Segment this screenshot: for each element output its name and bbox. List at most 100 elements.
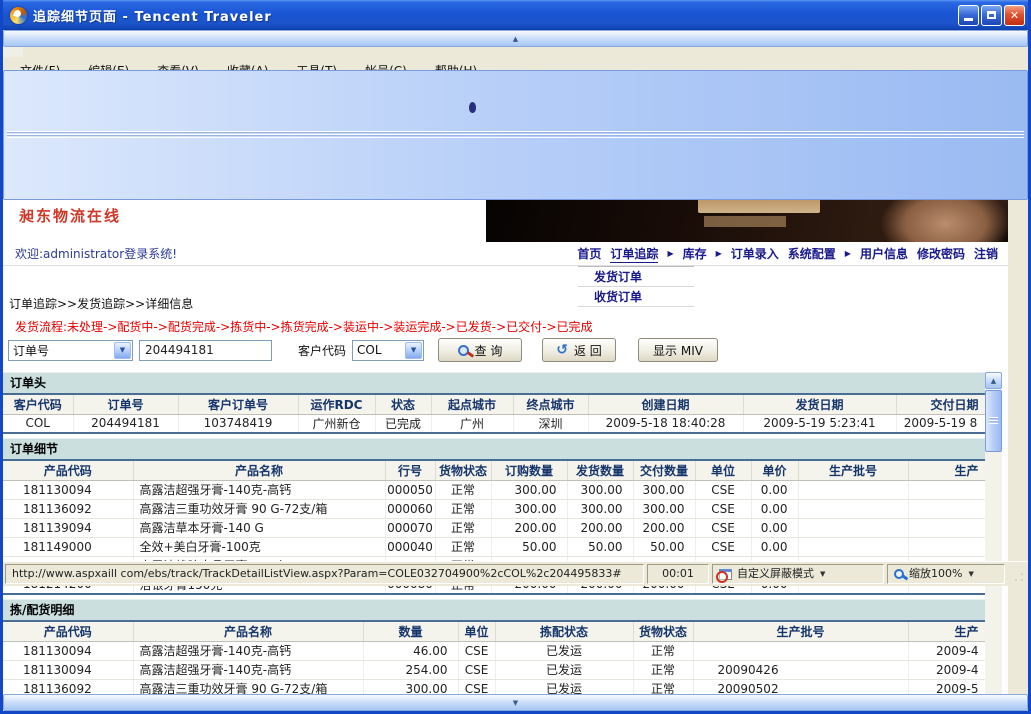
block-mode-label: 自定义屏蔽模式 — [737, 565, 814, 583]
column-header: 订单号 — [73, 394, 178, 414]
return-button[interactable]: ↺ 返 回 — [542, 338, 616, 362]
table-header-row: 客户代码订单号客户订单号运作RDC状态起点城市终点城市创建日期发货日期交付日期 — [3, 394, 985, 414]
table-cell: 181130094 — [3, 641, 133, 660]
top-nav: 首页订单追踪▶库存▶订单录入系统配置▶用户信息修改密码注销 — [577, 245, 998, 263]
scroll-down-button[interactable]: ▼ — [3, 694, 1028, 711]
column-header: 状态 — [375, 394, 431, 414]
nav-item[interactable]: 订单追踪 — [610, 245, 658, 263]
chevron-right-icon: ▶ — [845, 249, 851, 258]
close-button[interactable]: ✕ — [1004, 5, 1025, 26]
table-cell — [798, 518, 908, 537]
submenu-item-ship-order[interactable]: 发货订单 — [578, 267, 694, 287]
table-cell: 200.00 — [633, 518, 695, 537]
order-header-table: 客户代码订单号客户订单号运作RDC状态起点城市终点城市创建日期发货日期交付日期C… — [3, 393, 986, 434]
query-label: 查 询 — [475, 342, 503, 359]
table-row: 181130094高露洁超强牙膏-140克-高钙46.00CSE已发运正常200… — [3, 641, 985, 660]
table-cell: 0.00 — [751, 499, 798, 518]
table-cell: 000060 — [385, 499, 435, 518]
table-cell: 181136092 — [3, 499, 133, 518]
scroll-up-button[interactable]: ▲ — [985, 372, 1002, 389]
field-type-select[interactable]: 订单号 ▼ — [8, 340, 133, 361]
customer-code-label: 客户代码 — [298, 342, 346, 359]
show-miv-button[interactable]: 显示 MIV — [638, 338, 718, 362]
table-cell: 300.00 — [491, 480, 567, 499]
app-icon — [10, 7, 27, 24]
section-pick-detail: 拣/配货明细 — [3, 599, 985, 620]
minimize-button[interactable] — [958, 5, 979, 26]
column-header: 交付数量 — [633, 460, 695, 480]
inner-scrollbar[interactable]: ▲ ▼ — [985, 372, 1002, 714]
column-header: 交付日期 — [896, 394, 985, 414]
submenu-item-receive-order[interactable]: 收货订单 — [578, 287, 694, 307]
maximize-button[interactable] — [981, 5, 1002, 26]
nav-item[interactable]: 首页 — [577, 245, 601, 262]
table-cell: 已完成 — [375, 414, 431, 433]
table-cell: 000070 — [385, 518, 435, 537]
status-time: 00:01 — [647, 564, 709, 584]
order-track-submenu: 发货订单 收货订单 — [578, 266, 694, 307]
nav-item[interactable]: 库存 — [683, 245, 707, 262]
table-cell: 正常 — [633, 641, 693, 660]
table-cell: 000040 — [385, 537, 435, 556]
customer-code-select[interactable]: COL ▼ — [352, 340, 424, 361]
zoom-control[interactable]: 缩放100% ▼ — [887, 564, 1005, 584]
column-header: 单位 — [458, 621, 495, 641]
table-cell: 正常 — [435, 518, 491, 537]
table-row: 181149000全效+美白牙膏-100克000040正常50.0050.005… — [3, 537, 985, 556]
table-cell: 300.00 — [567, 499, 633, 518]
table-cell: 181139094 — [3, 518, 133, 537]
table-row: 181130094高露洁超强牙膏-140克-高钙000050正常300.0030… — [3, 480, 985, 499]
scrollbar-thumb[interactable] — [3, 70, 1028, 200]
table-cell: 46.00 — [363, 641, 458, 660]
table-cell: 深圳 — [513, 414, 588, 433]
column-header: 单价 — [751, 460, 798, 480]
scroll-up-button[interactable]: ▲ — [3, 30, 1028, 47]
chevron-right-icon: ▶ — [667, 249, 673, 258]
order-no-input[interactable] — [139, 340, 272, 361]
breadcrumb: 订单追踪>>发货追踪>>详细信息 — [9, 295, 193, 312]
column-header: 产品名称 — [133, 621, 363, 641]
section-order-detail: 订单细节 — [3, 438, 985, 459]
table-cell: 高露洁草本牙膏-140 G — [133, 518, 385, 537]
table-cell: 2009-5-19 8 — [896, 414, 985, 433]
scrollbar-thumb[interactable] — [985, 390, 1002, 452]
table-cell: 300.00 — [633, 499, 695, 518]
table-cell: 全效+美白牙膏-100克 — [133, 537, 385, 556]
table-cell: 50.00 — [491, 537, 567, 556]
query-button[interactable]: 查 询 — [438, 338, 522, 362]
column-header: 订购数量 — [491, 460, 567, 480]
chevron-down-icon: ▼ — [405, 342, 422, 359]
column-header: 产品代码 — [3, 460, 133, 480]
table-cell — [798, 537, 908, 556]
customer-code-value: COL — [353, 343, 404, 357]
table-cell: 0.00 — [751, 537, 798, 556]
column-header: 单位 — [695, 460, 751, 480]
table-cell: 正常 — [435, 480, 491, 499]
user-bar: 欢迎:administrator登录系统! 首页订单追踪 ▶ 库存 ▶ 订单录入系统配置… — [3, 242, 1008, 266]
column-header: 数量 — [363, 621, 458, 641]
window-title: 追踪细节页面 - Tencent Traveler — [33, 6, 272, 25]
welcome-message: 欢迎:administrator登录系统! — [15, 245, 177, 262]
column-header: 起点城市 — [431, 394, 513, 414]
page-content: 昶东物流在线 欢迎:administrator登录系统! 首页订单追踪▶库存▶订… — [3, 185, 1008, 714]
nav-item[interactable]: 用户信息 — [860, 245, 908, 262]
resize-grip[interactable] — [1010, 566, 1026, 584]
chevron-down-icon: ▼ — [968, 565, 973, 583]
section-order-header: 订单头 — [3, 372, 985, 393]
nav-item[interactable]: 订单录入 — [731, 245, 779, 262]
nav-item[interactable]: 注销 — [974, 245, 998, 262]
block-mode-button[interactable]: 自定义屏蔽模式 ▼ — [712, 564, 884, 584]
table-cell: 高露洁超强牙膏-140克-高钙 — [133, 480, 385, 499]
table-row: 181136092高露洁三重功效牙膏 90 G-72支/箱000060正常 300… — [3, 499, 985, 518]
nav-item[interactable]: 修改密码 — [917, 245, 965, 262]
table-cell — [798, 480, 908, 499]
nav-item[interactable]: 系统配置 — [788, 245, 836, 262]
column-header: 货物状态 — [435, 460, 491, 480]
table-cell: 50.00 — [633, 537, 695, 556]
table-cell: 高露洁三重功效牙膏 90 G-72支/箱 — [133, 499, 385, 518]
column-header: 产品名称 — [133, 460, 385, 480]
table-cell: 正常 — [435, 499, 491, 518]
table-row: 181139094高露洁草本牙膏-140 G000070正常200.00200.… — [3, 518, 985, 537]
table-cell: 高露洁超强牙膏-140克-高钙 — [133, 641, 363, 660]
column-header: 产品代码 — [3, 621, 133, 641]
